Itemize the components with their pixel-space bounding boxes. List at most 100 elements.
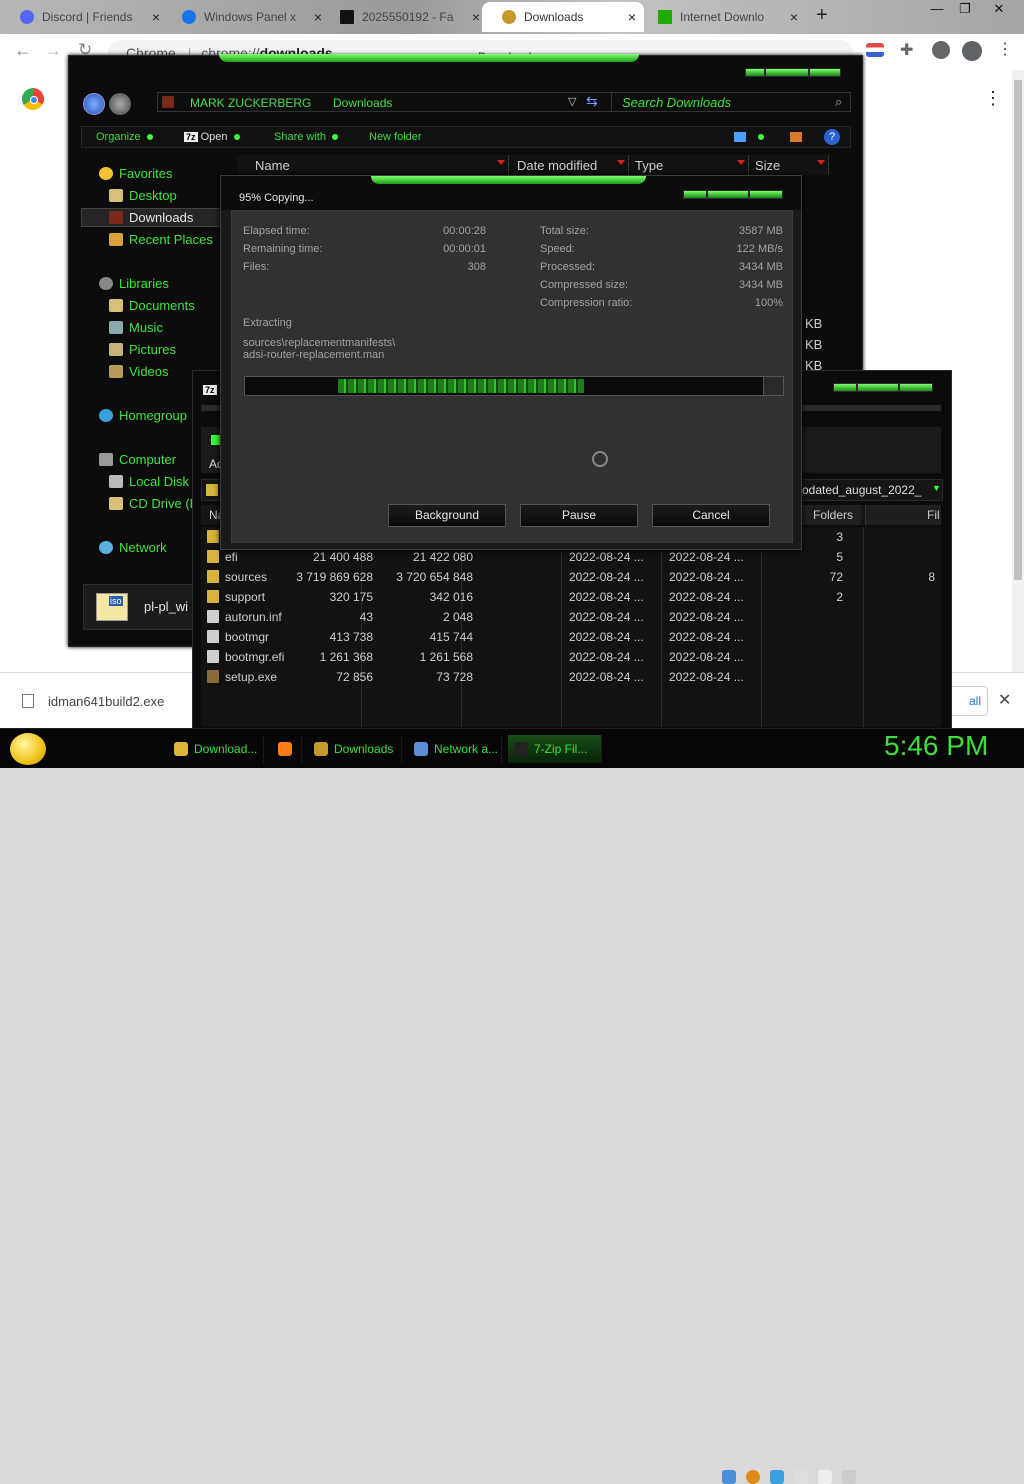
nav-documents[interactable]: Documents [109,298,195,313]
page-menu-icon[interactable]: ⋮ [984,88,1002,109]
menu-kebab-icon[interactable]: ⋮ [997,39,1013,59]
nav-downloads[interactable]: Downloads [109,210,193,225]
new-folder-button[interactable]: New folder [369,131,422,143]
profile-avatar-icon[interactable] [932,41,950,59]
nav-libraries[interactable]: Libraries [99,276,169,291]
close-button[interactable] [809,68,841,77]
close-button[interactable] [899,383,933,392]
modified-cell: 2022-08-24 ... [569,570,644,584]
minimize-button[interactable]: — [924,0,950,18]
forward-button-icon[interactable] [109,93,131,115]
table-row[interactable]: support 320 175 342 016 2022-08-24 ... 2022-… [201,587,941,607]
table-row[interactable]: autorun.inf 43 2 048 2022-08-24 ... 2022-08-… [201,607,941,627]
nav-desktop[interactable]: Desktop [109,188,177,203]
column-size[interactable]: Size [749,155,829,175]
maximize-button[interactable]: ❐ [952,0,978,18]
fm-file-list: 3 efi 21 400 488 21 422 080 2022-08-24 ... 20… [201,527,941,727]
back-arrow-icon[interactable]: ← [14,40,32,61]
minimize-button[interactable] [683,190,707,199]
minimize-button[interactable] [833,383,857,392]
shelf-close-icon[interactable]: ✕ [998,690,1011,710]
show-all-button[interactable]: all [948,686,988,716]
nav-local-disk[interactable]: Local Disk [109,474,189,489]
download-file-name[interactable]: idman641build2.exe [48,694,164,709]
close-button[interactable] [749,190,783,199]
refresh-icon[interactable]: ⇆ [586,93,598,110]
tab-close-icon[interactable]: × [628,2,636,32]
background-button[interactable]: Background [388,504,506,527]
pause-button[interactable]: Pause [520,504,638,527]
nav-computer[interactable]: Computer [99,452,176,467]
open-button[interactable]: 7z Open [184,131,240,143]
table-row[interactable]: bootmgr 413 738 415 744 2022-08-24 ... 2022-… [201,627,941,647]
page-scrollbar[interactable] [1012,70,1024,672]
network-tray-icon[interactable] [722,1470,736,1484]
iso-file-icon: iso [96,593,128,621]
tab-windows-panel[interactable]: Windows Panel x × [162,2,330,32]
cancel-button[interactable]: Cancel [652,504,770,527]
close-window-button[interactable]: ✕ [986,0,1012,18]
taskbar-item-7zip[interactable]: 7-Zip Fil... [508,735,602,763]
extension-flag-icon[interactable] [866,43,884,57]
breadcrumb-downloads[interactable]: Downloads [333,96,392,110]
nav-homegroup[interactable]: Homegroup [99,408,187,423]
tab-close-icon[interactable]: × [472,2,480,32]
extensions-puzzle-icon[interactable]: ✚ [900,40,913,60]
column-files[interactable]: Fil [927,508,940,522]
search-tray-icon[interactable] [746,1470,760,1484]
table-row[interactable]: efi 21 400 488 21 422 080 2022-08-24 ... 202… [201,547,941,567]
breadcrumb-user[interactable]: MARK ZUCKERBERG [190,96,311,110]
nav-pictures[interactable]: Pictures [109,342,176,357]
view-options-icon[interactable] [758,134,764,140]
share-with-button[interactable]: Share with [274,131,338,143]
tab-internet-download[interactable]: Internet Downlo × [638,2,806,32]
column-date-modified[interactable]: Date modified [509,155,629,175]
account-icon[interactable] [962,41,982,61]
taskbar-item-downloads[interactable]: Downloads [308,735,402,763]
table-row[interactable]: sources 3 719 869 628 3 720 654 848 2022-08… [201,567,941,587]
nav-network[interactable]: Network [99,540,167,555]
view-icon[interactable] [734,132,746,142]
maximize-button[interactable] [707,190,749,199]
organize-button[interactable]: Organize [96,131,153,143]
minimize-button[interactable] [745,68,765,77]
back-button-icon[interactable] [83,93,105,115]
taskbar-item-chrome-downloads[interactable]: Download... [168,735,264,763]
taskbar-item-network[interactable]: Network a... [408,735,502,763]
volume-tray-icon[interactable] [842,1470,856,1484]
nav-favorites[interactable]: Favorites [99,166,172,181]
tab-close-icon[interactable]: × [790,2,798,32]
table-row[interactable]: setup.exe 72 856 73 728 2022-08-24 ... 2022-… [201,667,941,687]
tab-facebook[interactable]: 2025550192 - Fa × [320,2,488,32]
dropdown-chevron-icon[interactable]: ▽ [568,95,576,108]
tab-downloads[interactable]: Downloads × [482,2,644,32]
new-tab-button[interactable]: + [816,4,828,27]
forward-arrow-icon[interactable]: → [44,40,62,61]
idm-tray-icon[interactable] [770,1470,784,1484]
preview-pane-icon[interactable] [790,132,802,142]
nav-cd-drive[interactable]: CD Drive (E [109,496,198,511]
nav-recent-places[interactable]: Recent Places [109,232,213,247]
column-type[interactable]: Type [629,155,749,175]
display-tray-icon[interactable] [818,1470,832,1484]
column-folders[interactable]: Folders [813,508,853,522]
search-icon[interactable]: ⌕ [835,94,842,110]
path-dropdown-icon[interactable]: ▼ [932,483,941,493]
table-row[interactable]: bootmgr.efi 1 261 368 1 261 568 2022-08-24 … [201,647,941,667]
taskbar-clock[interactable]: 5:46 PM [884,730,988,762]
tab-close-icon[interactable]: × [152,2,160,32]
start-button-icon[interactable] [10,733,46,765]
packed-size-cell: 415 744 [429,630,473,644]
help-icon[interactable]: ? [824,129,840,145]
flag-tray-icon[interactable] [794,1470,808,1484]
nav-videos[interactable]: Videos [109,364,169,379]
search-input[interactable]: Search Downloads [611,92,851,112]
maximize-button[interactable] [765,68,809,77]
address-bar[interactable]: MARK ZUCKERBERG Downloads ▽ ⇆ [157,92,647,112]
tab-discord[interactable]: Discord | Friends × [0,2,168,32]
nav-music[interactable]: Music [109,320,163,335]
current-path-line1: sources\replacementmanifests\ [243,337,396,349]
taskbar-item-firefox[interactable] [272,735,302,763]
column-name[interactable]: Name [237,155,509,175]
maximize-button[interactable] [857,383,899,392]
